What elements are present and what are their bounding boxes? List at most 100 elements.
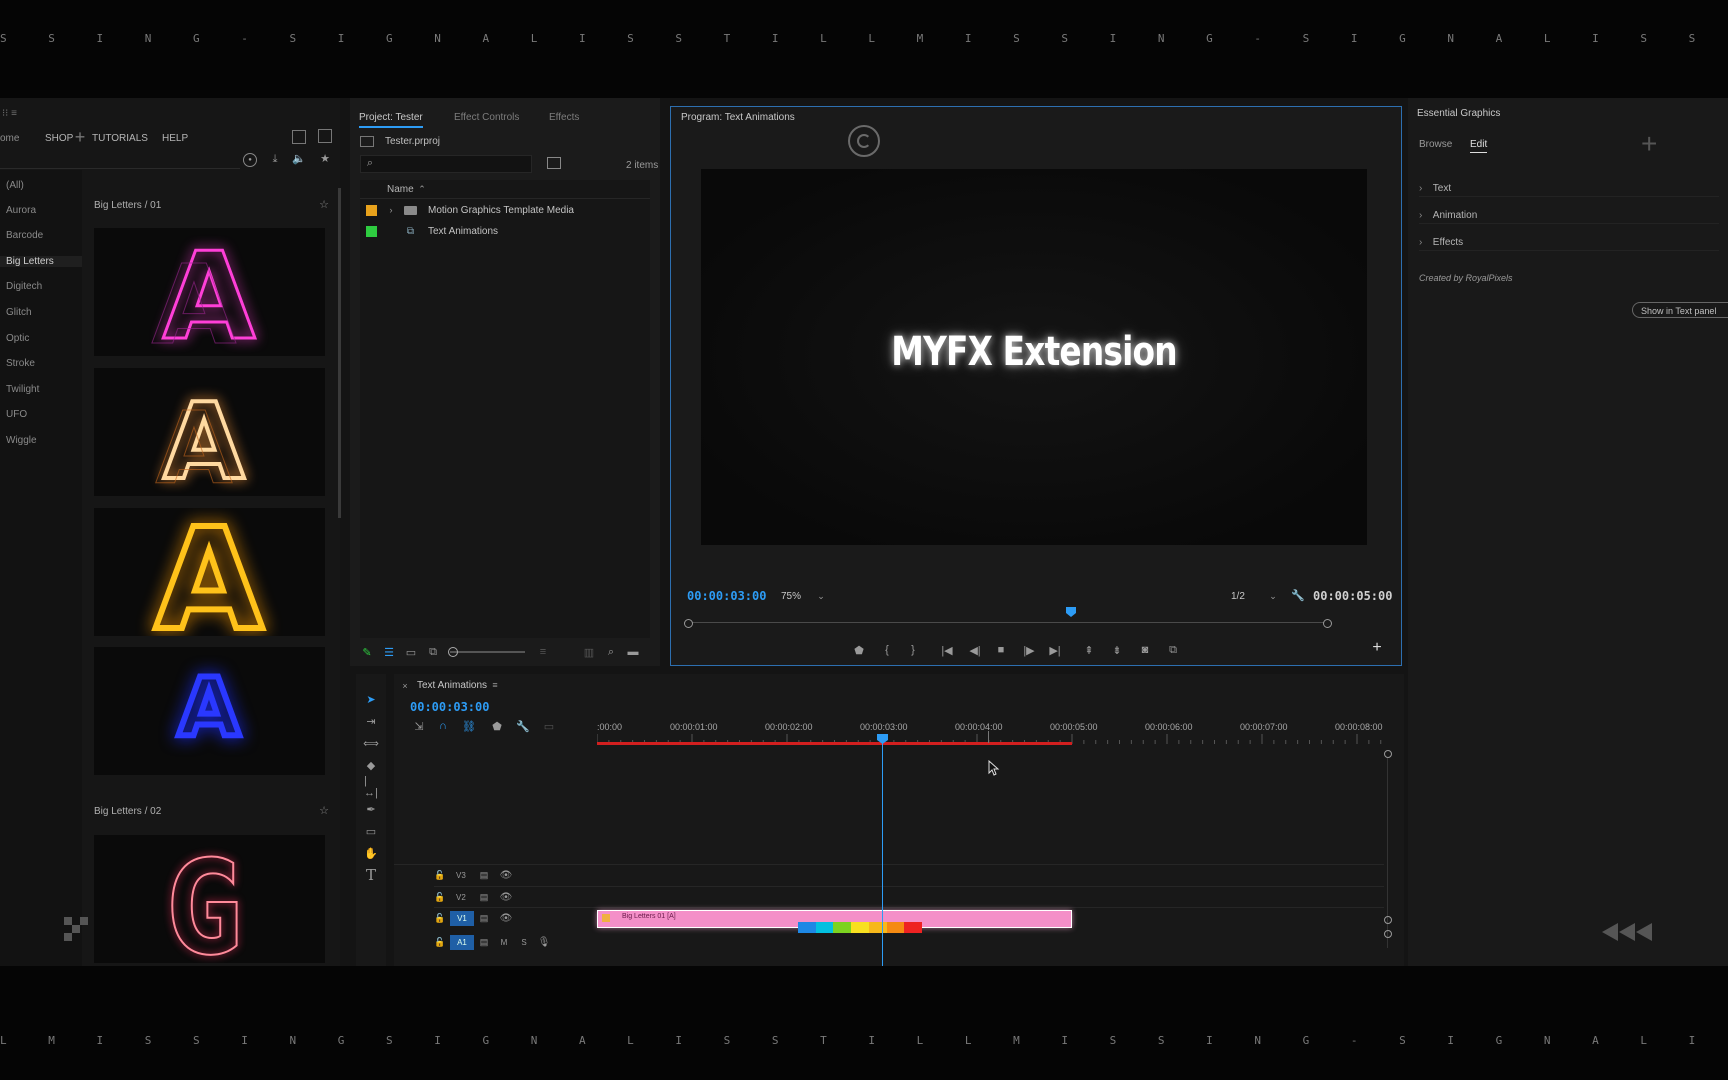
- mark-out-icon[interactable]: }: [905, 642, 921, 658]
- panel-popout-icon[interactable]: [318, 129, 332, 143]
- template-thumb-g-red[interactable]: G: [94, 835, 325, 963]
- program-playhead[interactable]: [1066, 607, 1076, 617]
- work-area-bar[interactable]: [597, 742, 1072, 745]
- pencil-icon[interactable]: ✎: [360, 645, 374, 659]
- zoom-slider[interactable]: [450, 651, 525, 653]
- nest-icon[interactable]: ⇲: [412, 720, 426, 733]
- zoom-level-select[interactable]: 75%: [781, 591, 801, 602]
- category-aurora[interactable]: Aurora: [6, 205, 36, 216]
- razor-icon[interactable]: ◆: [364, 758, 378, 772]
- track-label-targeted[interactable]: V1: [450, 911, 474, 926]
- stop-icon[interactable]: ■: [993, 642, 1009, 658]
- lift-icon[interactable]: ⇞: [1081, 642, 1097, 658]
- category-twilight[interactable]: Twilight: [6, 384, 39, 395]
- timeline-settings-icon[interactable]: 🔧: [516, 720, 530, 733]
- vscroll-handle-top[interactable]: [1384, 750, 1392, 758]
- pen-tool-icon[interactable]: ✒: [364, 802, 378, 816]
- sync-lock-icon[interactable]: ▤: [478, 936, 490, 948]
- menu-help[interactable]: HELP: [162, 133, 188, 144]
- hand-tool-icon[interactable]: ✋: [364, 846, 378, 860]
- section-text[interactable]: › Text: [1419, 178, 1719, 197]
- sync-lock-icon[interactable]: ▤: [478, 869, 490, 881]
- snap-icon[interactable]: ∩: [436, 720, 450, 732]
- solo-icon[interactable]: S: [518, 936, 530, 948]
- library-search-field[interactable]: [0, 152, 240, 169]
- timeline-clip[interactable]: Big Letters 01 [A]: [597, 910, 1072, 933]
- go-to-out-icon[interactable]: ▶|: [1047, 642, 1063, 658]
- category-digitech[interactable]: Digitech: [6, 281, 42, 292]
- category-stroke[interactable]: Stroke: [6, 358, 35, 369]
- template-thumb-a-yellow[interactable]: A: [94, 508, 325, 636]
- lock-icon[interactable]: 🔓: [434, 891, 446, 903]
- new-bin-icon[interactable]: [547, 157, 561, 169]
- category-wiggle[interactable]: Wiggle: [6, 435, 37, 446]
- lock-icon[interactable]: 🔓: [434, 912, 446, 924]
- menu-tutorials[interactable]: TUTORIALS: [92, 133, 148, 144]
- project-search-input[interactable]: [360, 155, 532, 173]
- track-label[interactable]: V2: [456, 893, 466, 902]
- category-all[interactable]: (All): [6, 180, 24, 191]
- chevron-down-icon[interactable]: ⌄: [816, 589, 826, 603]
- type-tool-icon[interactable]: T: [364, 866, 378, 884]
- sound-icon[interactable]: 🔈: [292, 151, 306, 165]
- linked-selection-icon[interactable]: ⛓: [462, 720, 476, 733]
- video-frame[interactable]: MYFX Extension: [701, 169, 1367, 545]
- button-editor-plus-icon[interactable]: +: [1369, 639, 1385, 656]
- lock-icon[interactable]: 🔓: [434, 869, 446, 881]
- microphone-icon[interactable]: 🎙: [538, 936, 551, 948]
- category-ufo[interactable]: UFO: [6, 409, 27, 420]
- tab-effects[interactable]: Effects: [549, 112, 579, 123]
- scrubber-end-handle[interactable]: [1323, 619, 1332, 628]
- program-scrubber[interactable]: [684, 607, 1332, 631]
- category-big-letters[interactable]: Big Letters: [0, 256, 82, 267]
- sort-icon[interactable]: ≡: [536, 645, 550, 659]
- resolution-select[interactable]: 1/2: [1231, 591, 1245, 602]
- template-thumb-a-gold[interactable]: AA: [94, 368, 325, 496]
- panel-window-icon[interactable]: [292, 130, 306, 144]
- list-view-icon[interactable]: ☰: [382, 645, 396, 659]
- ripple-edit-icon[interactable]: ⟺: [363, 736, 379, 750]
- captions-icon[interactable]: ▭: [542, 720, 556, 733]
- add-marker-icon[interactable]: ⬟: [490, 720, 504, 733]
- section-animation[interactable]: › Animation: [1419, 205, 1719, 224]
- essential-graphics-title[interactable]: Essential Graphics: [1417, 108, 1500, 119]
- go-to-in-icon[interactable]: |◀: [939, 642, 955, 658]
- star-icon[interactable]: ★: [318, 151, 332, 165]
- eye-icon[interactable]: 👁: [500, 891, 513, 903]
- find-icon[interactable]: ⌕: [604, 645, 618, 659]
- timeline-playhead[interactable]: [877, 734, 888, 966]
- tab-effect-controls[interactable]: Effect Controls: [454, 112, 519, 123]
- sync-lock-icon[interactable]: ▤: [478, 912, 490, 924]
- timeline-sequence-tab[interactable]: Text Animations: [417, 680, 487, 691]
- program-monitor-title[interactable]: Program: Text Animations: [681, 112, 795, 123]
- track-select-icon[interactable]: ⇥: [364, 714, 378, 728]
- eye-icon[interactable]: 👁: [500, 869, 513, 881]
- sync-lock-icon[interactable]: ▤: [478, 891, 490, 903]
- panel-menu-icon[interactable]: ≡: [490, 680, 500, 690]
- category-barcode[interactable]: Barcode: [6, 230, 43, 241]
- lock-icon[interactable]: 🔓: [434, 936, 446, 948]
- automate-icon[interactable]: ▥: [582, 645, 596, 659]
- scrubber-start-handle[interactable]: [684, 619, 693, 628]
- vscroll-handle-mid[interactable]: [1384, 916, 1392, 924]
- eye-icon[interactable]: 👁: [500, 912, 513, 924]
- tab-browse[interactable]: Browse: [1419, 139, 1452, 150]
- freeform-view-icon[interactable]: ⧉: [426, 645, 440, 659]
- section-effects[interactable]: › Effects: [1419, 232, 1719, 251]
- menu-shop[interactable]: SHOP: [45, 133, 73, 144]
- category-optic[interactable]: Optic: [6, 333, 29, 344]
- new-folder-icon[interactable]: ▬: [626, 645, 640, 659]
- selection-tool-icon[interactable]: ➤: [364, 692, 378, 706]
- program-current-time[interactable]: 00:00:03:00: [687, 589, 766, 603]
- tab-edit[interactable]: Edit: [1470, 139, 1488, 153]
- extract-icon[interactable]: ⇟: [1109, 642, 1125, 658]
- favorite-star-icon[interactable]: ☆: [318, 198, 330, 211]
- show-in-text-panel-button[interactable]: Show in Text panel: [1632, 302, 1728, 318]
- category-glitch[interactable]: Glitch: [6, 307, 32, 318]
- camera-icon[interactable]: ◙: [1137, 642, 1153, 658]
- template-thumb-a-pink[interactable]: AA: [94, 228, 325, 356]
- icon-view-icon[interactable]: ▭: [404, 645, 418, 659]
- library-scrollbar[interactable]: [338, 188, 341, 518]
- track-label[interactable]: V3: [456, 871, 466, 880]
- move-crosshair-icon[interactable]: +: [72, 127, 88, 147]
